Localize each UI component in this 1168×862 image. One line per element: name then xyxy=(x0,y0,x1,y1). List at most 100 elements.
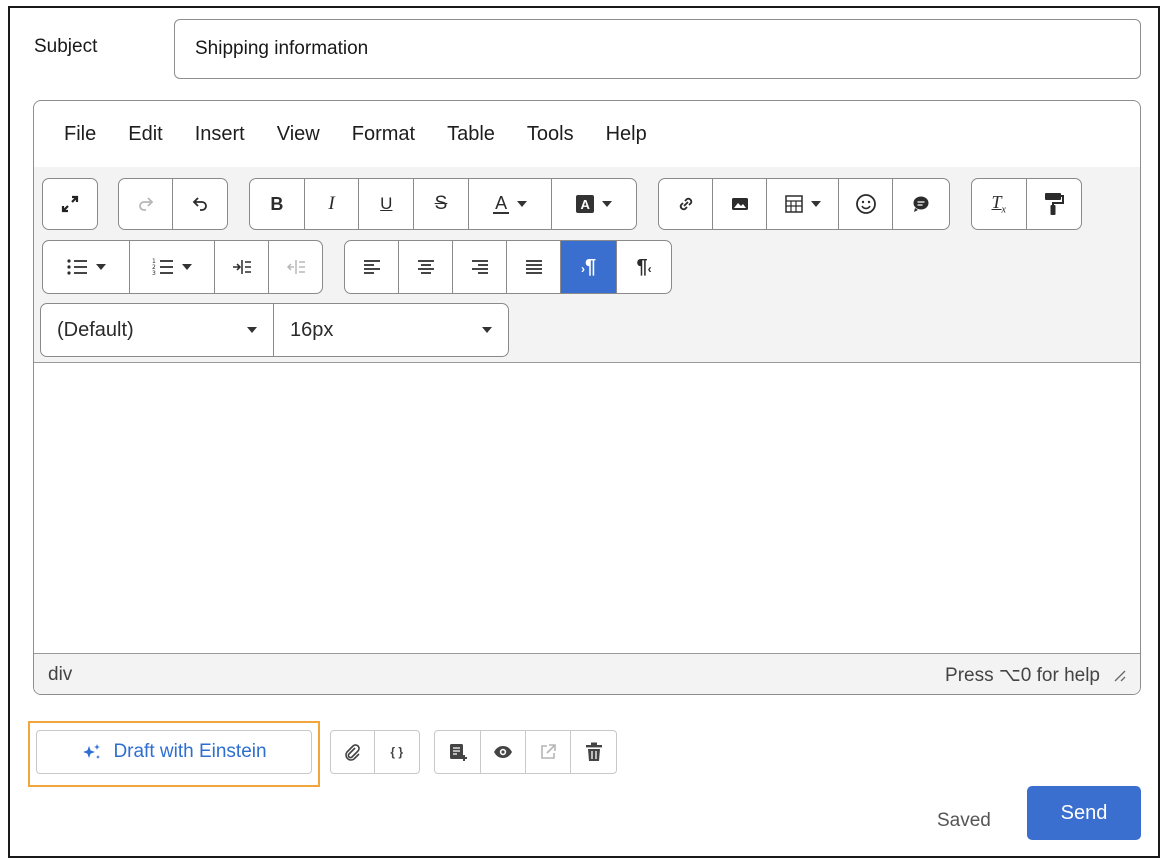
comment-icon xyxy=(913,196,929,212)
ltr-button[interactable]: ›¶ xyxy=(561,241,617,293)
chevron-down-icon xyxy=(810,201,821,207)
align-right-icon xyxy=(471,260,488,274)
editor-content[interactable] xyxy=(34,363,1140,653)
justify-button[interactable] xyxy=(507,241,561,293)
image-button[interactable] xyxy=(713,179,767,229)
popout-button[interactable] xyxy=(526,731,571,773)
align-center-button[interactable] xyxy=(399,241,453,293)
subject-input[interactable]: Shipping information xyxy=(174,19,1141,79)
chevron-down-icon xyxy=(247,327,257,333)
link-button[interactable] xyxy=(659,179,713,229)
rich-text-editor: File Edit Insert View Format Table Tools… xyxy=(33,100,1141,695)
undo-button[interactable] xyxy=(173,179,227,229)
send-button[interactable]: Send xyxy=(1027,786,1141,840)
clear-format-icon: Tx xyxy=(991,192,1006,216)
font-size-value: 16px xyxy=(290,318,334,341)
rtl-button[interactable]: ¶‹ xyxy=(617,241,671,293)
font-select-group: (Default) 16px xyxy=(40,303,509,357)
merge-field-button[interactable]: { } xyxy=(375,731,419,773)
outdent-button[interactable] xyxy=(269,241,322,293)
menu-help[interactable]: Help xyxy=(606,123,647,146)
list-group: 123 xyxy=(42,240,323,294)
bullet-list-button[interactable] xyxy=(43,241,130,293)
alignment-group: ›¶ ¶‹ xyxy=(344,240,672,294)
insert-group xyxy=(658,178,950,230)
align-left-button[interactable] xyxy=(345,241,399,293)
attach-button[interactable] xyxy=(331,731,375,773)
resize-handle-icon[interactable] xyxy=(1112,668,1126,682)
strikethrough-button[interactable]: S xyxy=(414,179,469,229)
insert-template-button[interactable] xyxy=(435,731,481,773)
numbered-list-icon: 123 xyxy=(152,258,173,277)
justify-icon xyxy=(525,260,542,274)
numbered-list-button[interactable]: 123 xyxy=(130,241,215,293)
attach-merge-group: { } xyxy=(330,730,420,774)
menu-insert[interactable]: Insert xyxy=(195,123,245,146)
menu-tools[interactable]: Tools xyxy=(527,123,574,146)
redo-icon xyxy=(138,197,153,211)
format-painter-button[interactable] xyxy=(1027,179,1082,229)
emoji-button[interactable] xyxy=(839,179,893,229)
svg-text:3: 3 xyxy=(152,270,156,277)
element-path: div xyxy=(48,664,73,685)
chevron-down-icon xyxy=(96,264,106,270)
menu-edit[interactable]: Edit xyxy=(128,123,162,146)
preview-icon xyxy=(494,746,512,758)
editor-statusbar: div Press ⌥0 for help xyxy=(34,653,1140,694)
underline-icon: U xyxy=(380,194,393,213)
highlight-color-button[interactable]: A xyxy=(552,179,636,229)
subject-label: Subject xyxy=(34,36,98,57)
delete-icon xyxy=(585,742,602,761)
italic-button[interactable]: I xyxy=(305,179,360,229)
menu-view[interactable]: View xyxy=(277,123,320,146)
attach-icon xyxy=(345,744,361,761)
delete-button[interactable] xyxy=(571,731,616,773)
menu-file[interactable]: File xyxy=(64,123,96,146)
format-painter-icon xyxy=(1044,193,1064,215)
template-icon xyxy=(449,744,467,761)
template-group xyxy=(434,730,617,774)
text-format-group: B I U S A A xyxy=(249,178,637,230)
saved-status: Saved xyxy=(937,810,991,831)
menu-format[interactable]: Format xyxy=(352,123,415,146)
bold-icon: B xyxy=(270,193,284,214)
chevron-down-icon xyxy=(182,264,192,270)
link-icon xyxy=(679,197,692,211)
outdent-icon xyxy=(286,260,305,274)
table-icon xyxy=(784,195,803,213)
merge-field-icon: { } xyxy=(390,745,404,759)
sparkle-icon xyxy=(83,744,101,759)
chevron-down-icon xyxy=(517,201,528,207)
menu-table[interactable]: Table xyxy=(447,123,495,146)
editor-menubar: File Edit Insert View Format Table Tools… xyxy=(34,101,1140,167)
bold-button[interactable]: B xyxy=(250,179,305,229)
underline-button[interactable]: U xyxy=(359,179,415,229)
help-hint: Press ⌥0 for help xyxy=(945,664,1100,686)
clear-format-button[interactable]: Tx xyxy=(972,179,1027,229)
emoji-icon xyxy=(855,194,876,214)
align-left-icon xyxy=(363,260,380,274)
einstein-label: Draft with Einstein xyxy=(113,741,267,762)
strikethrough-icon: S xyxy=(434,193,448,214)
rtl-icon: ¶‹ xyxy=(636,255,652,278)
table-button[interactable] xyxy=(767,179,839,229)
fullscreen-group xyxy=(42,178,98,230)
draft-with-einstein-button[interactable]: Draft with Einstein xyxy=(36,730,312,774)
text-color-button[interactable]: A xyxy=(469,179,553,229)
undo-icon xyxy=(192,197,207,211)
bullet-list-icon xyxy=(67,259,87,275)
ltr-icon: ›¶ xyxy=(580,255,597,278)
fullscreen-button[interactable] xyxy=(43,179,97,229)
align-right-button[interactable] xyxy=(453,241,507,293)
font-size-select[interactable]: 16px xyxy=(274,304,508,356)
text-color-icon: A xyxy=(493,193,510,214)
preview-button[interactable] xyxy=(481,731,526,773)
indent-button[interactable] xyxy=(215,241,269,293)
popout-icon xyxy=(541,744,556,759)
font-family-select[interactable]: (Default) xyxy=(41,304,274,356)
comment-button[interactable] xyxy=(893,179,949,229)
image-icon xyxy=(731,198,748,210)
clear-format-group: Tx xyxy=(971,178,1082,230)
highlight-color-icon: A xyxy=(576,195,595,213)
redo-button[interactable] xyxy=(119,179,173,229)
